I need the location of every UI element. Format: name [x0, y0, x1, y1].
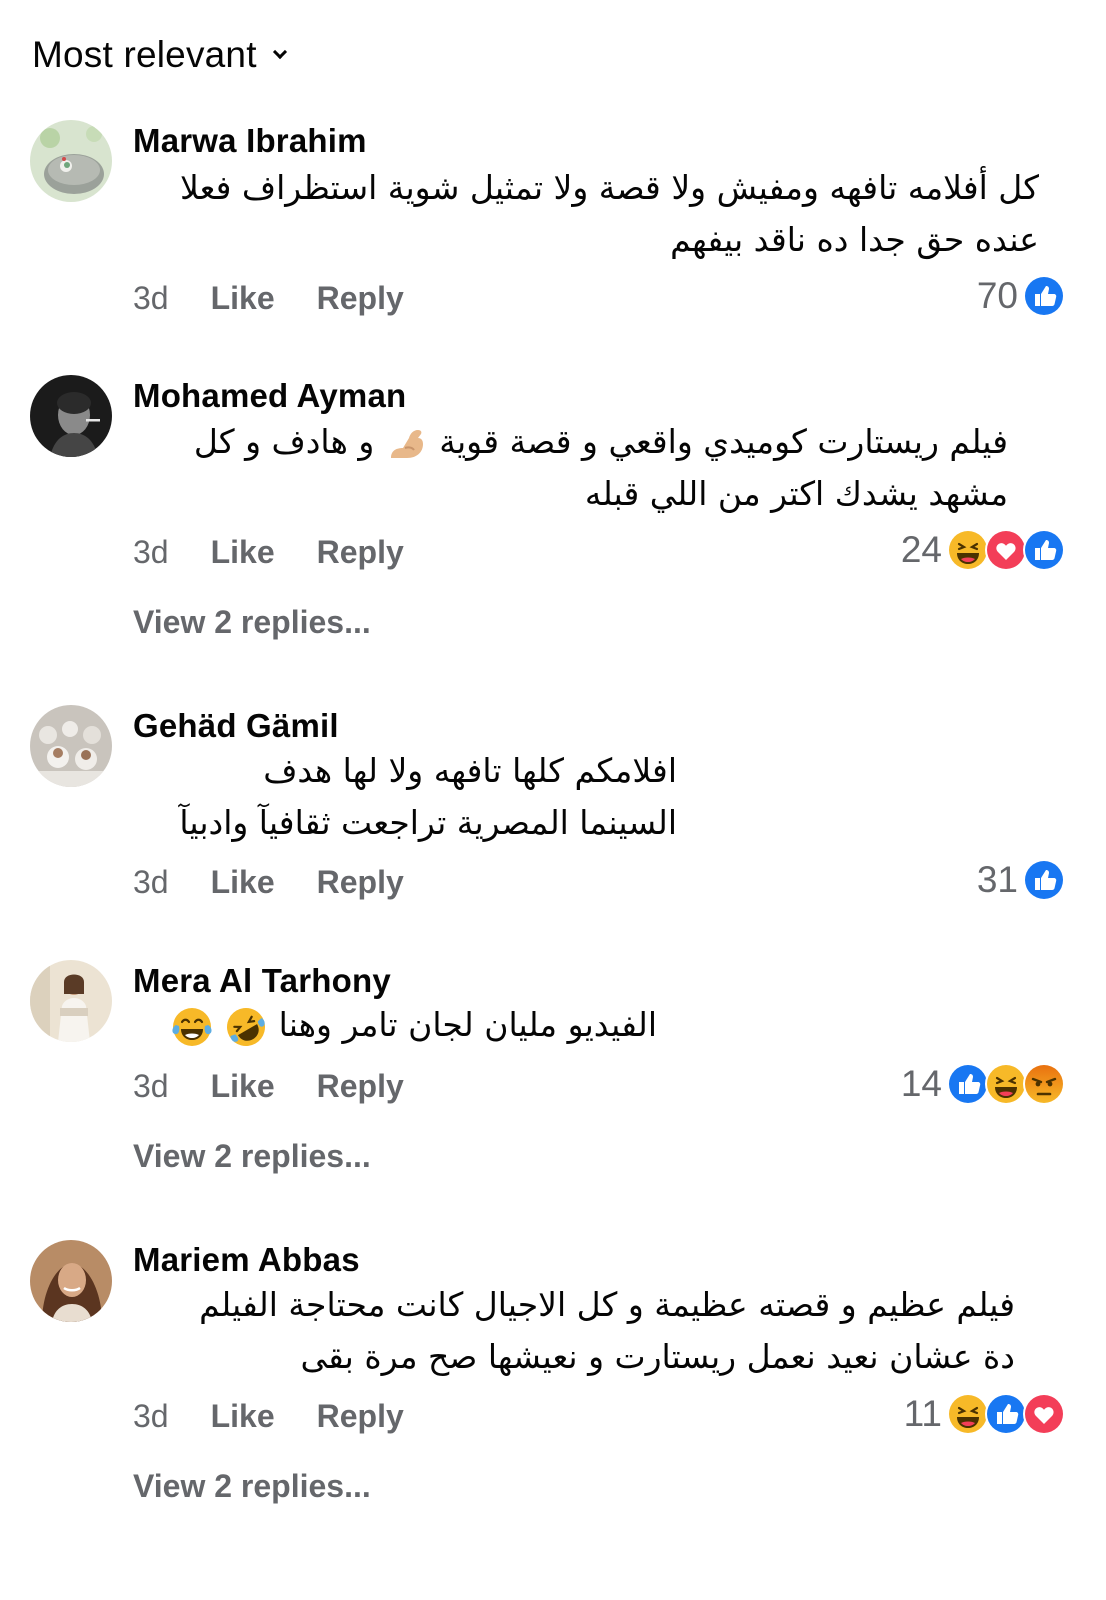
like-button[interactable]: Like [211, 864, 275, 901]
comment-text: كل أفلامه تافهه ومفيش ولا قصة ولا تمثيل … [133, 162, 1039, 266]
sort-dropdown[interactable]: Most relevant [32, 34, 287, 76]
comment-author[interactable]: Mariem Abbas [133, 1241, 360, 1279]
reaction-count: 70 [976, 275, 1018, 316]
reaction-count: 14 [900, 1063, 942, 1104]
chevron-down-icon [272, 44, 287, 60]
avatar[interactable] [30, 120, 112, 202]
rolling-laughing-emoji [224, 1005, 268, 1049]
avatar[interactable] [30, 375, 112, 457]
comment-text: افلامكم كلها تافهه ولا لها هدف السينما ا… [133, 745, 677, 849]
comment-line: كل أفلامه تافهه ومفيش ولا قصة ولا تمثيل … [179, 168, 1039, 207]
avatar[interactable] [30, 960, 112, 1042]
comment-timestamp[interactable]: 3d [133, 534, 169, 571]
comment-timestamp[interactable]: 3d [133, 864, 169, 901]
like-icon [1022, 274, 1066, 318]
reaction-summary[interactable]: 24 [901, 528, 1066, 572]
comment-author[interactable]: Mera Al Tarhony [133, 962, 391, 1000]
avatar[interactable] [30, 1240, 112, 1322]
reply-button[interactable]: Reply [317, 1398, 404, 1435]
comment-line-part: فيلم ريستارت كوميدي واقعي و قصة قوية [439, 422, 1008, 461]
reaction-summary[interactable]: 70 [977, 274, 1066, 318]
like-button[interactable]: Like [211, 1068, 275, 1105]
like-icon [1022, 858, 1066, 902]
reply-button[interactable]: Reply [317, 280, 404, 317]
view-replies-link[interactable]: View 2 replies... [133, 1138, 371, 1175]
view-replies-link[interactable]: View 2 replies... [133, 1468, 371, 1505]
comment-author[interactable]: Marwa Ibrahim [133, 122, 367, 160]
reply-button[interactable]: Reply [317, 534, 404, 571]
avatar[interactable] [30, 705, 112, 787]
comment-line-part: الفيديو مليان لجان تامر وهنا [278, 1005, 657, 1044]
comment-actions: 3d Like Reply [133, 280, 404, 317]
reply-button[interactable]: Reply [317, 864, 404, 901]
reaction-summary[interactable]: 14 [901, 1062, 1066, 1106]
sort-label: Most relevant [32, 34, 257, 75]
comment-text: الفيديو مليان لجان تامر وهنا [133, 999, 657, 1051]
comment-text: فيلم عظيم و قصته عظيمة و كل الاجيال كانت… [133, 1279, 1015, 1383]
comment-line: فيلم عظيم و قصته عظيمة و كل الاجيال كانت… [199, 1285, 1015, 1324]
like-button[interactable]: Like [211, 280, 275, 317]
comment-line: مشهد يشدك اكتر من اللي قبله [584, 474, 1008, 513]
comment-actions: 3d Like Reply [133, 1068, 404, 1105]
reply-button[interactable]: Reply [317, 1068, 404, 1105]
comment-line: عنده حق جدا ده ناقد بيفهم [670, 220, 1039, 259]
comment-timestamp[interactable]: 3d [133, 1398, 169, 1435]
reaction-count: 24 [900, 529, 942, 570]
comment-author[interactable]: Mohamed Ayman [133, 377, 406, 415]
comment-text: فيلم ريستارت كوميدي واقعي و قصة قوية و ه… [133, 416, 1008, 520]
comment-line: دة عشان نعيد نعمل ريستارت و نعيشها صح مر… [300, 1337, 1015, 1376]
love-icon [1022, 1392, 1066, 1436]
comment-actions: 3d Like Reply [133, 864, 404, 901]
reaction-count: 31 [976, 859, 1018, 900]
comment-line: السينما المصرية تراجعت ثقافيآ وادبيآ [179, 803, 677, 842]
like-button[interactable]: Like [211, 534, 275, 571]
reaction-summary[interactable]: 31 [977, 858, 1066, 902]
like-button[interactable]: Like [211, 1398, 275, 1435]
reaction-count: 11 [903, 1393, 942, 1434]
comment-line: الفيديو مليان لجان تامر وهنا [133, 999, 657, 1051]
comment-line: فيلم ريستارت كوميدي واقعي و قصة قوية و ه… [133, 416, 1008, 468]
comment-timestamp[interactable]: 3d [133, 280, 169, 317]
reaction-summary[interactable]: 11 [904, 1392, 1066, 1436]
comment-actions: 3d Like Reply [133, 1398, 404, 1435]
comment-author[interactable]: Gehäd Gämil [133, 707, 339, 745]
view-replies-link[interactable]: View 2 replies... [133, 604, 371, 641]
comment-line-part: و هادف و كل [193, 422, 375, 461]
comment-actions: 3d Like Reply [133, 534, 404, 571]
angry-icon [1022, 1062, 1066, 1106]
tears-of-joy-emoji [170, 1005, 214, 1049]
comment-line: افلامكم كلها تافهه ولا لها هدف [263, 751, 677, 790]
like-icon [1022, 528, 1066, 572]
flexed-biceps-emoji [385, 422, 429, 466]
comment-timestamp[interactable]: 3d [133, 1068, 169, 1105]
